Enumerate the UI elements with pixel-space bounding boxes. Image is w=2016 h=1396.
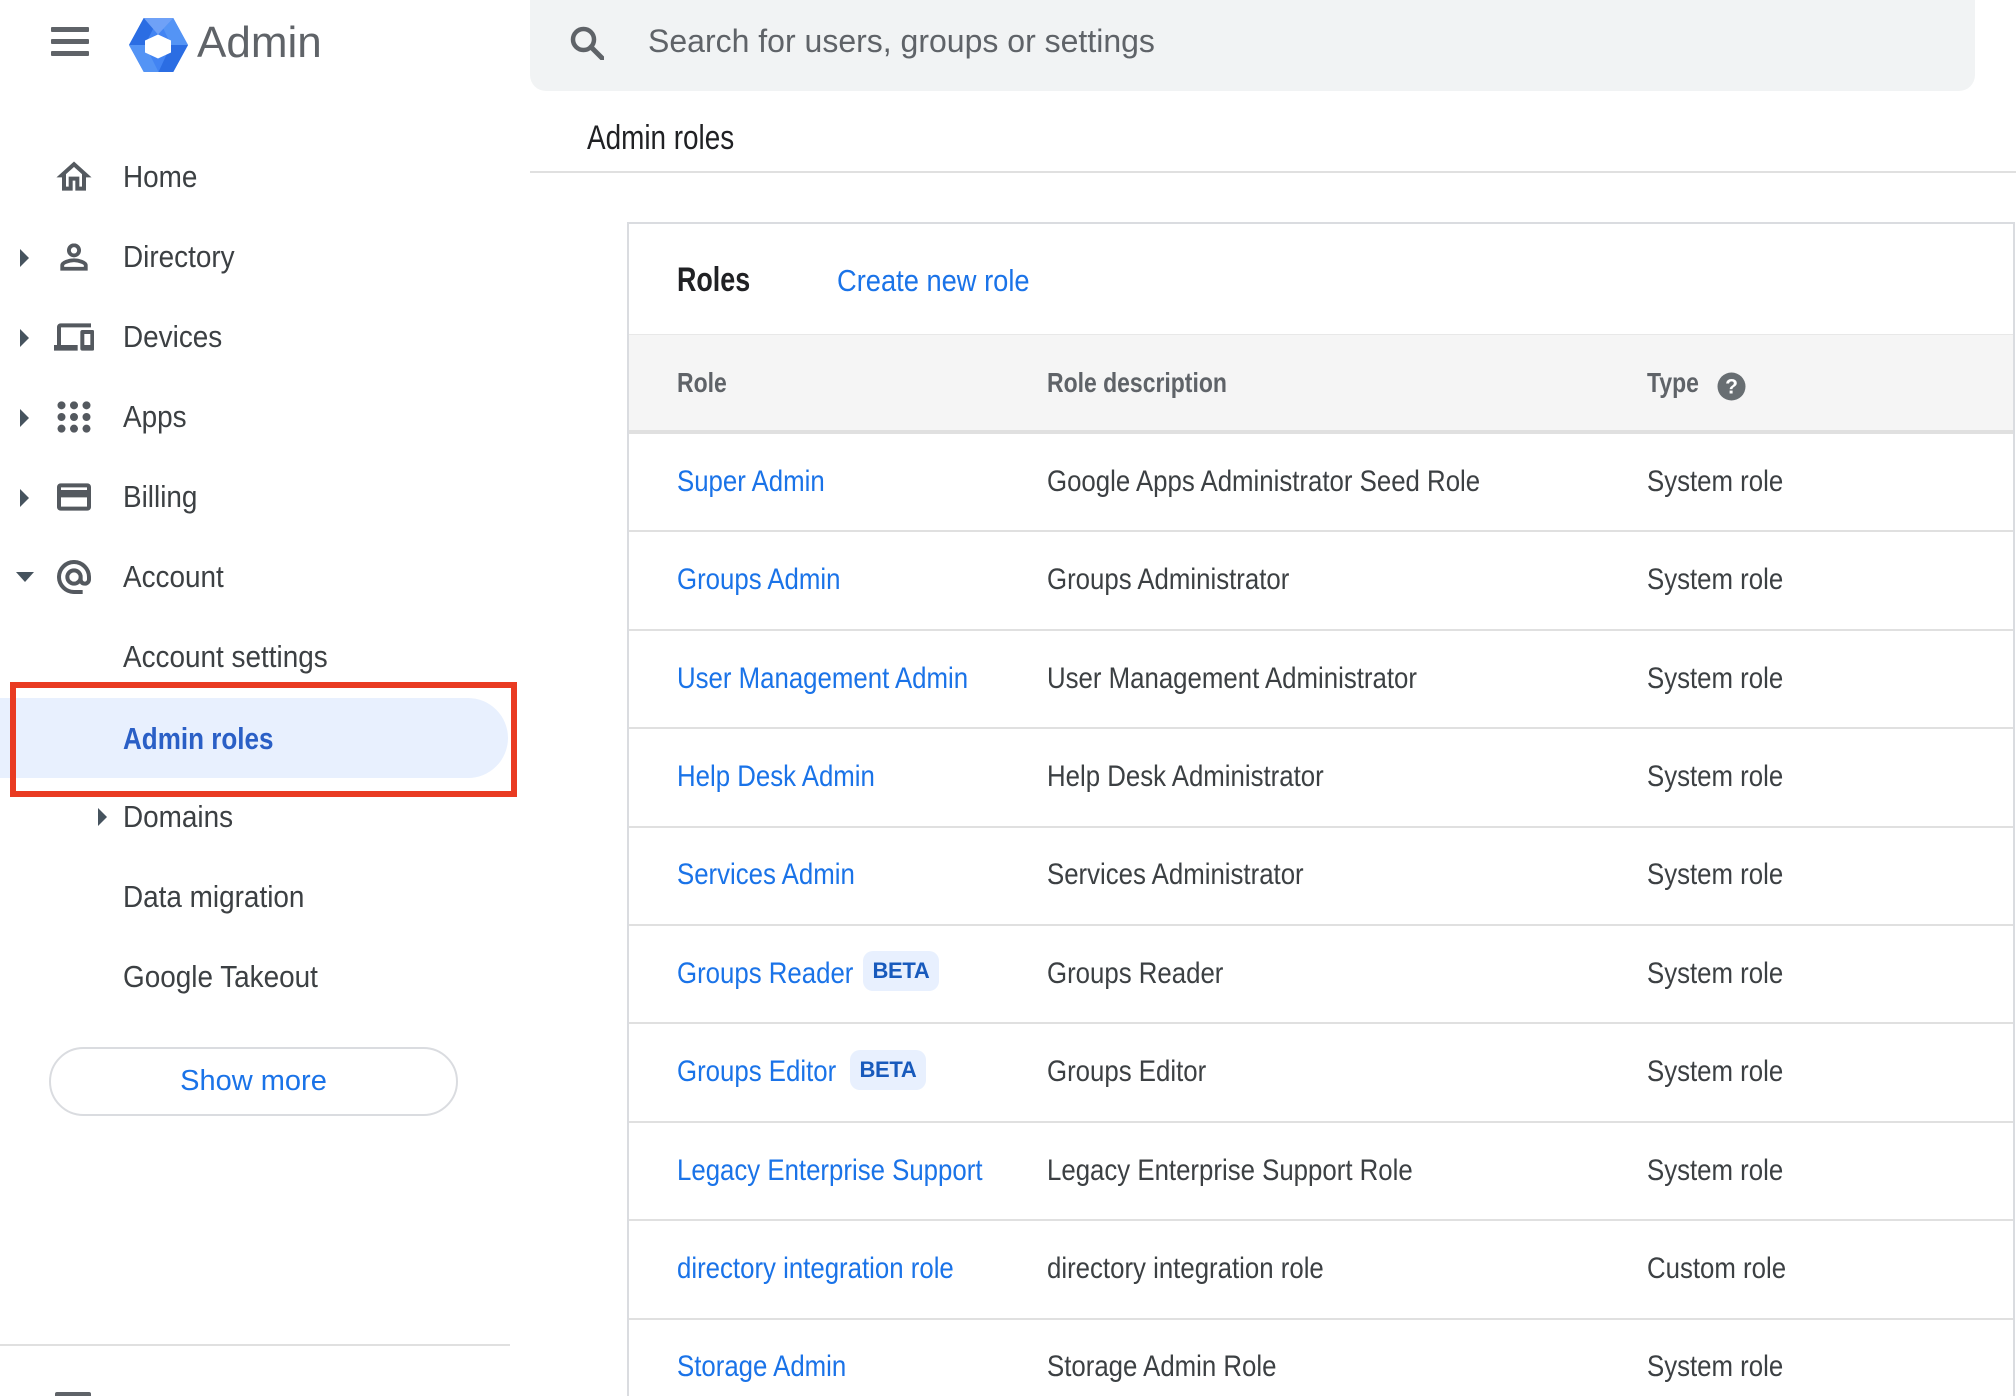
svg-text:?: ? — [1725, 376, 1738, 399]
